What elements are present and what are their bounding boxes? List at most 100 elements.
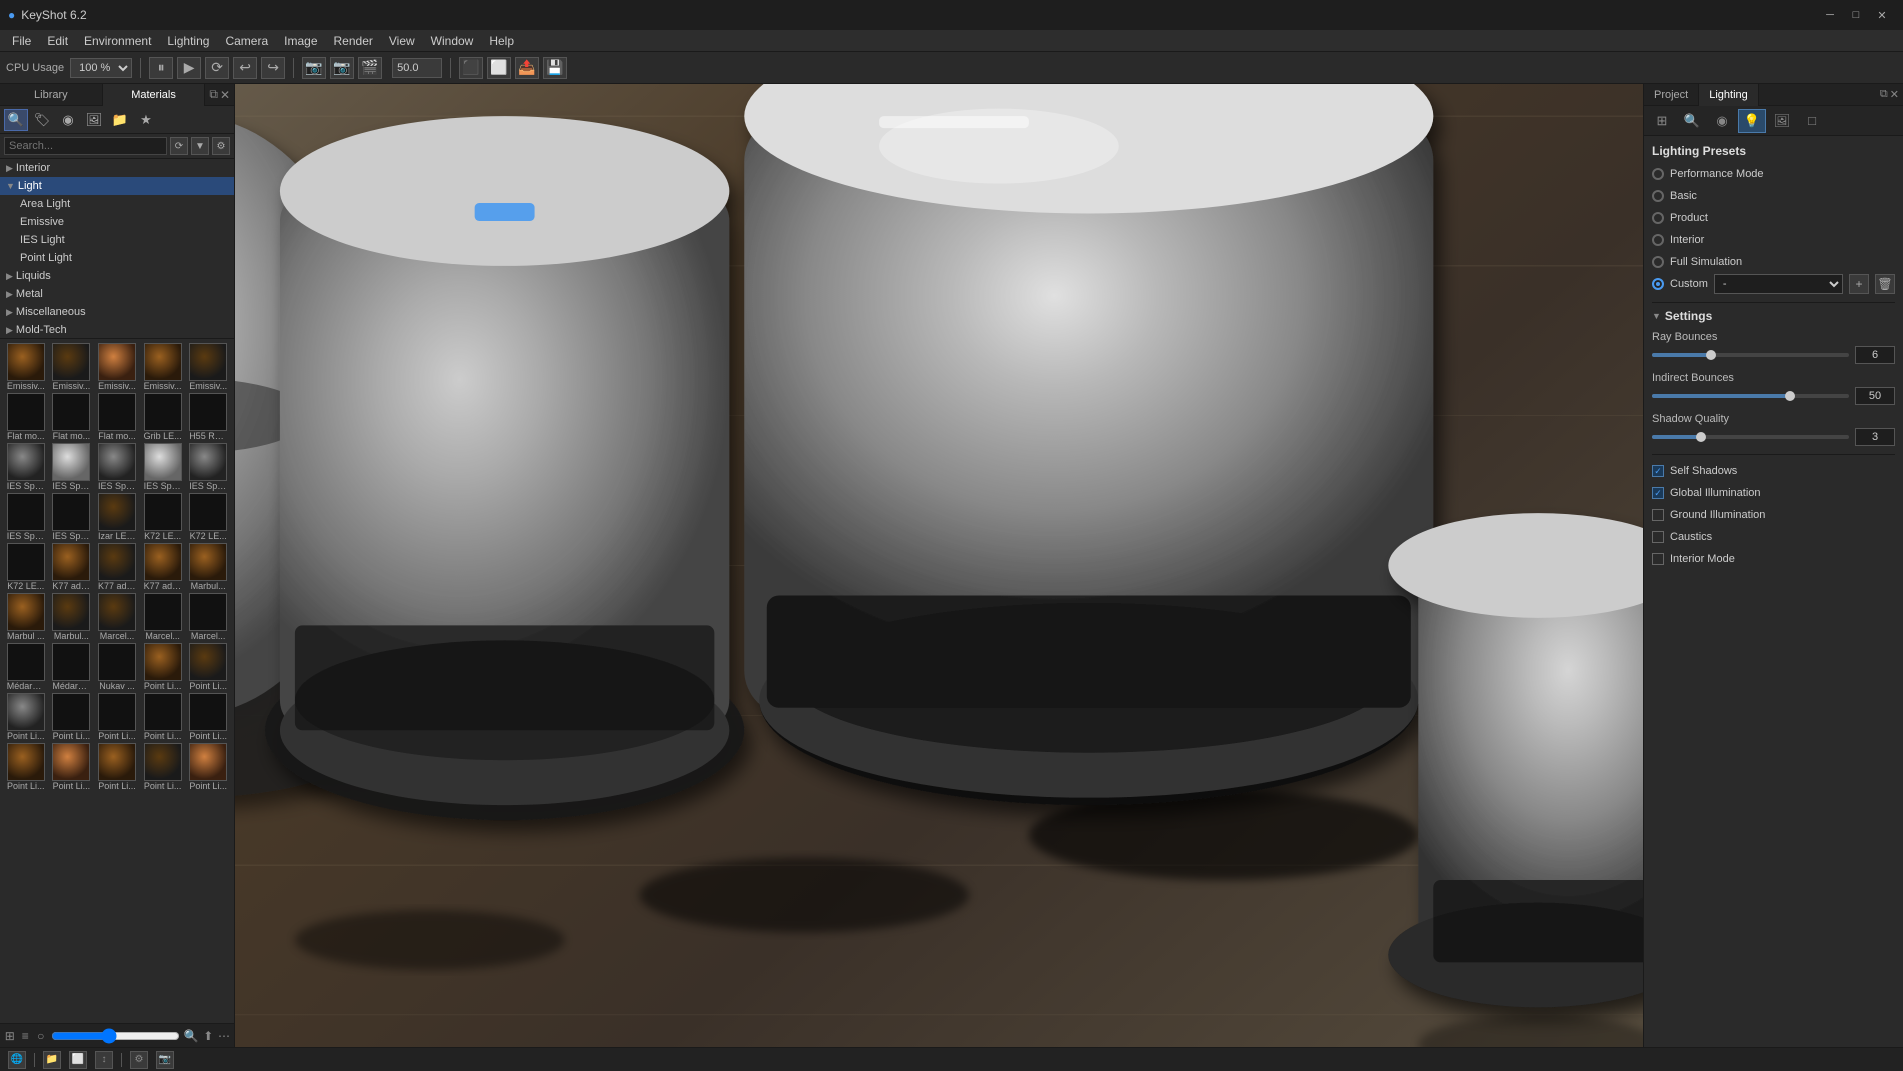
interior-mode-checkbox[interactable] [1652,553,1664,565]
indirect-bounces-slider[interactable] [1652,394,1849,398]
menubar-item-environment[interactable]: Environment [76,32,159,50]
menubar-item-camera[interactable]: Camera [217,32,276,50]
menubar-item-file[interactable]: File [4,32,39,50]
menubar-item-window[interactable]: Window [423,32,482,50]
status-icon-arrows[interactable]: ↕ [95,1051,113,1069]
play-button[interactable]: ▶ [177,57,201,79]
tree-item-ies-light[interactable]: IES Light [0,231,234,249]
menubar-item-image[interactable]: Image [276,32,325,50]
refresh-button[interactable]: ⟳ [205,57,229,79]
panel-close-button[interactable]: ✕ [220,88,230,102]
radio-full-simulation[interactable] [1652,256,1664,268]
thumbnail-item[interactable]: Point Li... [141,743,185,791]
folder-icon-btn[interactable]: 📁 [108,109,132,131]
thumbnail-item[interactable]: Emissiv... [50,343,94,391]
ray-bounces-thumb[interactable] [1706,350,1716,360]
search-input[interactable] [4,137,167,155]
thumbnail-item[interactable]: Point Li... [95,743,139,791]
upload-button[interactable]: ⬆ [203,1027,215,1045]
tree-item-point-light[interactable]: Point Light [0,249,234,267]
thumbnail-item[interactable]: IES Spo... [4,493,48,541]
menubar-item-view[interactable]: View [381,32,423,50]
thumbnail-item[interactable]: Point Li... [95,693,139,741]
output-icon-tab[interactable]: □ [1798,109,1826,133]
thumbnail-item[interactable]: IES Spo... [50,443,94,491]
thumbnail-item[interactable]: Nukav ... [95,643,139,691]
tree-item-area-light[interactable]: Area Light [0,195,234,213]
thumbnail-item[interactable]: Flat mo... [95,393,139,441]
thumbnail-item[interactable]: Flat mo... [50,393,94,441]
ray-bounces-input[interactable] [1855,346,1895,364]
thumbnail-item[interactable]: Médard... [50,643,94,691]
thumbnail-item[interactable]: Point Li... [50,743,94,791]
thumbnail-item[interactable]: Point Li... [186,643,230,691]
thumbnail-item[interactable]: IES Spo... [141,443,185,491]
menubar-item-edit[interactable]: Edit [39,32,76,50]
thumbnail-item[interactable]: Flat mo... [4,393,48,441]
indirect-bounces-thumb[interactable] [1785,391,1795,401]
thumbnail-item[interactable]: K77 adj... [141,543,185,591]
thumbnail-item[interactable]: IES Spo... [4,443,48,491]
thumbnail-item[interactable]: Marcel... [95,593,139,641]
thumb-size-slider[interactable] [51,1031,180,1041]
thumbnail-item[interactable]: H55 RM... [186,393,230,441]
thumbnail-item[interactable]: Médard... [4,643,48,691]
thumbnail-item[interactable]: K72 LE... [141,493,185,541]
close-button[interactable]: ✕ [1869,0,1895,30]
ray-bounces-slider[interactable] [1652,353,1849,357]
image-icon-tab[interactable]: 🖼 [1768,109,1796,133]
menubar-item-help[interactable]: Help [481,32,522,50]
minimize-button[interactable]: ─ [1817,0,1843,30]
tree-item-liquids[interactable]: ▶ Liquids [0,267,234,285]
thumbnail-item[interactable]: Emissiv... [95,343,139,391]
thumbnail-item[interactable]: IES Spo... [186,443,230,491]
thumbnail-item[interactable]: K77 adj... [95,543,139,591]
screenshot-button[interactable]: 📷 [302,57,326,79]
shadow-quality-thumb[interactable] [1696,432,1706,442]
right-panel-detach-button[interactable]: ⧉ [1880,88,1888,101]
add-preset-button[interactable]: + [1849,274,1869,294]
tree-item-emissive[interactable]: Emissive [0,213,234,231]
lighting-icon-tab[interactable]: 💡 [1738,109,1766,133]
rotate-right-button[interactable]: ↪ [261,57,285,79]
render-value-input[interactable] [392,58,442,78]
more-options-button[interactable]: ⋯ [218,1027,230,1045]
cpu-usage-select[interactable]: 100 % 75 % 50 % [70,58,132,78]
region-render-button[interactable]: ⬛ [459,57,483,79]
thumbnail-item[interactable]: Point Li... [4,693,48,741]
shadow-quality-input[interactable] [1855,428,1895,446]
save-button[interactable]: 💾 [543,57,567,79]
image-icon-btn[interactable]: 🖼 [82,109,106,131]
thumbnail-item[interactable]: IES Spo... [50,493,94,541]
right-panel-close-button[interactable]: ✕ [1890,88,1899,101]
output-button[interactable]: 📤 [515,57,539,79]
lighting-tab[interactable]: Lighting [1699,84,1759,106]
thumbnail-item[interactable]: K72 LE... [4,543,48,591]
tree-item-miscellaneous[interactable]: ▶ Miscellaneous [0,303,234,321]
status-icon-gear[interactable]: ⚙ [130,1051,148,1069]
status-icon-camera[interactable]: 📷 [156,1051,174,1069]
thumbnail-item[interactable]: Marcel... [141,593,185,641]
thumbnail-item[interactable]: Marbul ... [4,593,48,641]
thumbnail-item[interactable]: Izar LED... [95,493,139,541]
search-settings-button[interactable]: ⚙ [212,137,230,155]
thumbnail-item[interactable]: Point Li... [141,643,185,691]
shadow-quality-slider[interactable] [1652,435,1849,439]
search-refresh-button[interactable]: ⟳ [170,137,188,155]
size-slider-button[interactable]: ○ [35,1027,47,1045]
radio-product[interactable] [1652,212,1664,224]
status-icon-globe[interactable]: 🌐 [8,1051,26,1069]
tree-item-light[interactable]: ▼ Light [0,177,234,195]
thumbnail-item[interactable]: Point Li... [4,743,48,791]
radio-performance[interactable] [1652,168,1664,180]
tree-item-interior[interactable]: ▶ Interior [0,159,234,177]
thumbnail-item[interactable]: Marbul... [50,593,94,641]
pause-button[interactable]: ⏸ [149,57,173,79]
zoom-in-icon[interactable]: 🔍 [184,1027,199,1045]
indirect-bounces-input[interactable] [1855,387,1895,405]
thumbnail-item[interactable]: Marbul... [186,543,230,591]
camera-button[interactable]: 📷 [330,57,354,79]
thumbnail-item[interactable]: Point Li... [186,743,230,791]
star-icon-btn[interactable]: ★ [134,109,158,131]
self-shadows-checkbox[interactable]: ✓ [1652,465,1664,477]
